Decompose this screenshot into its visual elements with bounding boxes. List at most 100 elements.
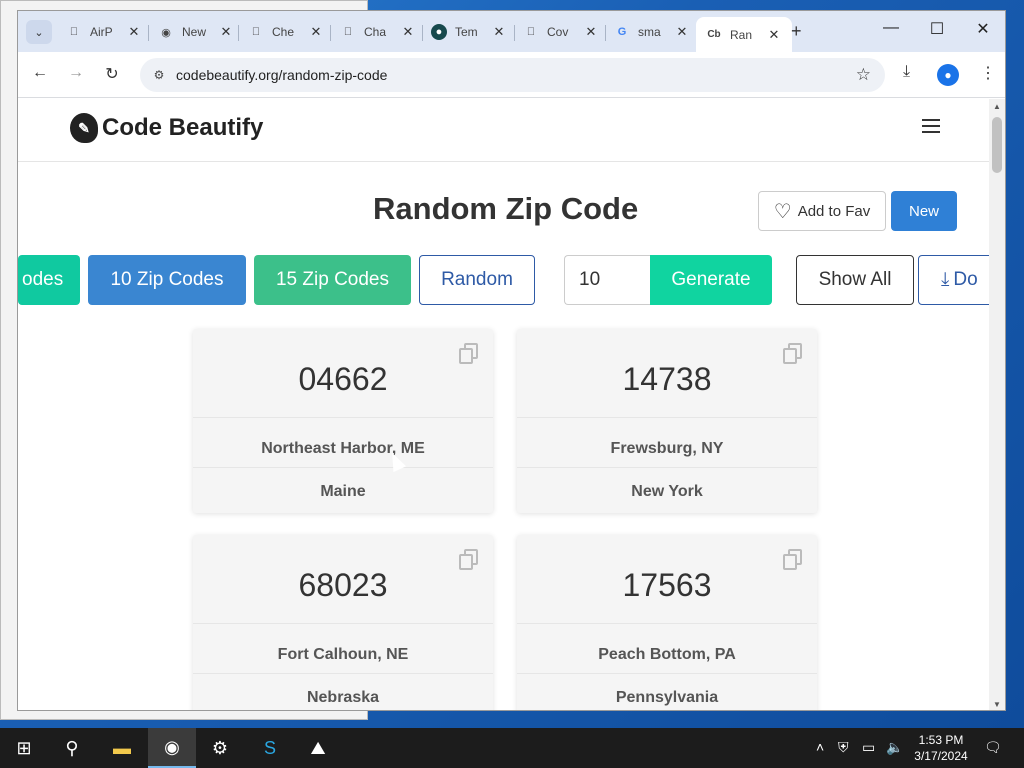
- tab-title: AirP: [90, 25, 113, 39]
- tray-chevron-up-icon[interactable]: ˄: [816, 739, 824, 755]
- generate-button[interactable]: Generate: [650, 255, 772, 305]
- zip-state: New York: [631, 483, 703, 500]
- tab-coverage[interactable]:  Cov ✕: [523, 19, 599, 45]
- zip-code: 04662: [298, 361, 388, 397]
- tab-template[interactable]: ● Tem ✕: [431, 19, 507, 45]
- tab-title: Che: [272, 25, 295, 39]
- clock-date: 3/17/2024: [914, 749, 968, 763]
- maximize-icon[interactable]: ☐: [917, 19, 957, 39]
- logo-text: Code Beautify: [102, 114, 264, 141]
- menu-kebab-icon[interactable]: ⋮: [980, 63, 996, 83]
- zip-code: 17563: [622, 567, 712, 603]
- system-clock[interactable]: 1:53 PM 3/17/2024: [910, 732, 972, 764]
- file-explorer-icon[interactable]: ▬: [98, 728, 146, 768]
- scroll-down-icon[interactable]: ▼: [993, 700, 1001, 709]
- tab-title: Cov: [547, 25, 569, 39]
- close-icon[interactable]: ✕: [674, 24, 690, 40]
- apple-icon: : [523, 24, 539, 40]
- close-icon[interactable]: ✕: [218, 24, 234, 40]
- close-icon[interactable]: ✕: [766, 27, 782, 43]
- close-window-icon[interactable]: ✕: [963, 19, 1003, 39]
- bookmark-star-icon[interactable]: ☆: [856, 65, 871, 85]
- heart-icon: ♡: [773, 200, 792, 223]
- new-button[interactable]: New: [891, 191, 957, 231]
- show-all-button[interactable]: Show All: [796, 255, 914, 305]
- tab-title: Ran: [730, 27, 753, 42]
- site-info-icon[interactable]: ⚙: [150, 68, 168, 82]
- scroll-thumb[interactable]: [992, 117, 1002, 173]
- random-button[interactable]: Random: [419, 255, 535, 305]
- zip-codes-button[interactable]: odes: [18, 255, 80, 305]
- address-bar[interactable]: ⚙ codebeautify.org/random-zip-code ☆: [140, 58, 885, 92]
- fifteen-zip-codes-button[interactable]: 15 Zip Codes: [254, 255, 411, 305]
- tab-google[interactable]: G sma ✕: [614, 19, 690, 45]
- clock-time: 1:53 PM: [918, 733, 964, 747]
- zip-state: Pennsylvania: [615, 689, 719, 706]
- add-to-fav-button[interactable]: ♡ Add to Fav: [758, 191, 886, 231]
- back-icon[interactable]: ←: [28, 64, 52, 82]
- profile-avatar[interactable]: ●: [937, 64, 959, 86]
- page-title: Random Zip Code: [373, 191, 639, 226]
- browser-window: ⌄  AirP ✕ ◉ New ✕  Che ✕  Cha ✕ ● Tem…: [17, 10, 1006, 711]
- search-icon[interactable]: ⚲: [48, 728, 96, 768]
- notifications-icon[interactable]: 🗨: [984, 739, 1002, 756]
- close-icon[interactable]: ✕: [491, 24, 507, 40]
- download-icon: ⤓: [941, 269, 950, 290]
- apple-icon: : [340, 24, 356, 40]
- ten-zip-codes-button[interactable]: 10 Zip Codes: [88, 255, 246, 305]
- tab-new[interactable]: ◉ New ✕: [158, 19, 234, 45]
- windows-start-icon[interactable]: ⊞: [0, 728, 48, 768]
- codebeautify-icon: Cb: [707, 29, 721, 40]
- zip-city: Fort Calhoun, NE: [277, 646, 409, 663]
- site-header: ✎ Code Beautify: [18, 99, 991, 162]
- web-page: ✎ Code Beautify Random Zip Code ♡ Add to…: [18, 99, 991, 710]
- minimize-icon[interactable]: —: [871, 19, 911, 37]
- google-icon: G: [617, 26, 627, 38]
- skype-icon[interactable]: S: [246, 728, 294, 768]
- count-input[interactable]: [564, 255, 651, 305]
- close-icon[interactable]: ✕: [126, 24, 142, 40]
- page-scrollbar[interactable]: ▲ ▼: [989, 99, 1005, 710]
- close-icon[interactable]: ✕: [583, 24, 599, 40]
- site-logo[interactable]: ✎ Code Beautify: [70, 113, 263, 143]
- new-tab-icon[interactable]: +: [791, 21, 802, 42]
- url-text[interactable]: codebeautify.org/random-zip-code: [176, 67, 387, 83]
- apple-icon: : [66, 24, 82, 40]
- tab-random-zip-code[interactable]: Cb Ran ✕: [696, 17, 792, 52]
- settings-gear-icon[interactable]: ⚙: [196, 728, 244, 768]
- zip-state: Nebraska: [306, 689, 380, 706]
- tab-title: Tem: [455, 25, 478, 39]
- brain-logo-icon: ✎: [70, 113, 98, 143]
- tab-search-button[interactable]: ⌄: [26, 20, 52, 44]
- download-button[interactable]: ⤓ Do: [918, 255, 991, 305]
- zip-city: Frewsburg, NY: [610, 440, 724, 457]
- network-icon[interactable]: ▭: [862, 739, 875, 756]
- scroll-up-icon[interactable]: ▲: [993, 102, 1001, 111]
- add-to-fav-label: Add to Fav: [797, 202, 871, 220]
- zip-card: 68023 Fort Calhoun, NE Nebraska: [193, 535, 493, 710]
- close-icon[interactable]: ✕: [400, 24, 416, 40]
- chrome-taskbar-icon[interactable]: ◉: [148, 728, 196, 768]
- browser-toolbar: ← → ↻ ⚙ codebeautify.org/random-zip-code…: [18, 52, 1005, 98]
- chrome-icon: ◉: [161, 26, 171, 39]
- tab-airpods[interactable]:  AirP ✕: [66, 19, 142, 45]
- tab-change[interactable]:  Cha ✕: [340, 19, 416, 45]
- volume-muted-icon[interactable]: 🔈: [886, 739, 903, 756]
- tab-title: New: [182, 25, 207, 39]
- tab-title: sma: [638, 25, 661, 39]
- reload-icon[interactable]: ↻: [100, 64, 124, 84]
- download-label: Do: [953, 269, 978, 290]
- zip-card: 17563 Peach Bottom, PA Pennsylvania: [517, 535, 817, 710]
- close-icon[interactable]: ✕: [308, 24, 324, 40]
- zip-card: 14738 Frewsburg, NY New York: [517, 329, 817, 513]
- tab-title: Cha: [364, 25, 387, 39]
- download-icon[interactable]: ⤓: [903, 63, 910, 81]
- tab-check[interactable]:  Che ✕: [248, 19, 324, 45]
- zip-state: Maine: [320, 483, 366, 500]
- hamburger-menu-icon[interactable]: [922, 119, 940, 137]
- zip-card: 04662 Northeast Harbor, ME Maine: [193, 329, 493, 513]
- tab-strip: ⌄  AirP ✕ ◉ New ✕  Che ✕  Cha ✕ ● Tem…: [18, 11, 1005, 52]
- tray-security-icon[interactable]: ⛨: [838, 739, 849, 756]
- forward-icon[interactable]: →: [64, 64, 88, 82]
- photos-icon[interactable]: ⛰: [294, 728, 342, 768]
